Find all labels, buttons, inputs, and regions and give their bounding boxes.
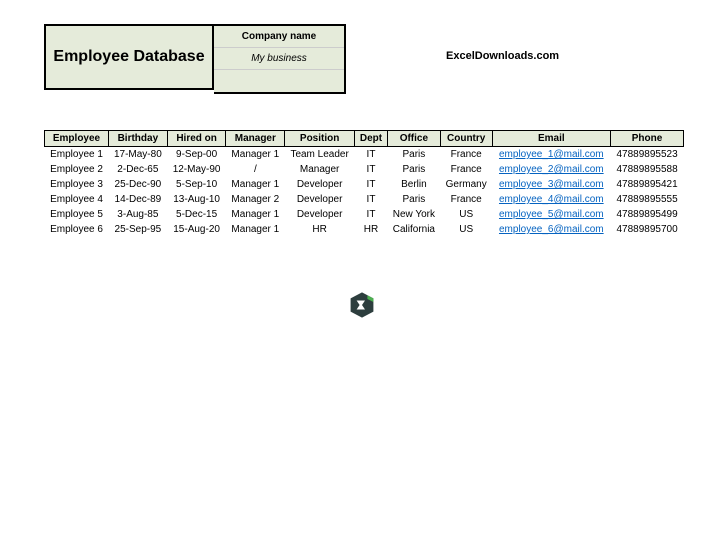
table-cell: employee_3@mail.com bbox=[492, 177, 611, 192]
table-cell: HR bbox=[285, 222, 355, 237]
company-name-label: Company name bbox=[214, 26, 344, 48]
table-cell: 9-Sep-00 bbox=[167, 147, 226, 163]
table-cell: California bbox=[387, 222, 440, 237]
table-cell: IT bbox=[355, 192, 388, 207]
table-cell: Manager 1 bbox=[226, 147, 285, 163]
table-cell: Manager 2 bbox=[226, 192, 285, 207]
table-cell: employee_5@mail.com bbox=[492, 207, 611, 222]
table-cell: 3-Aug-85 bbox=[109, 207, 168, 222]
table-row: Employee 414-Dec-8913-Aug-10Manager 2Dev… bbox=[45, 192, 684, 207]
table-cell: 47889895421 bbox=[611, 177, 684, 192]
table-cell: Team Leader bbox=[285, 147, 355, 163]
column-header: Employee bbox=[45, 131, 109, 147]
table-cell: 47889895499 bbox=[611, 207, 684, 222]
table-row: Employee 625-Sep-9515-Aug-20Manager 1HRH… bbox=[45, 222, 684, 237]
email-link[interactable]: employee_1@mail.com bbox=[499, 149, 604, 160]
table-cell: Manager 1 bbox=[226, 177, 285, 192]
table-cell: IT bbox=[355, 207, 388, 222]
table-cell: Employee 3 bbox=[45, 177, 109, 192]
company-name-value: My business bbox=[214, 48, 344, 70]
table-cell: 13-Aug-10 bbox=[167, 192, 226, 207]
table-cell: IT bbox=[355, 177, 388, 192]
title-box: Employee Database bbox=[44, 24, 214, 90]
table-cell: 47889895700 bbox=[611, 222, 684, 237]
table-cell: 17-May-80 bbox=[109, 147, 168, 163]
table-cell: HR bbox=[355, 222, 388, 237]
table-row: Employee 22-Dec-6512-May-90/ManagerITPar… bbox=[45, 162, 684, 177]
table-cell: 47889895588 bbox=[611, 162, 684, 177]
table-cell: 47889895523 bbox=[611, 147, 684, 163]
table-cell: employee_6@mail.com bbox=[492, 222, 611, 237]
email-link[interactable]: employee_3@mail.com bbox=[499, 179, 604, 190]
table-cell: Employee 6 bbox=[45, 222, 109, 237]
company-box: Company name My business bbox=[214, 24, 346, 94]
column-header: Position bbox=[285, 131, 355, 147]
table-cell: Developer bbox=[285, 192, 355, 207]
table-cell: 12-May-90 bbox=[167, 162, 226, 177]
table-cell: Employee 5 bbox=[45, 207, 109, 222]
column-header: Dept bbox=[355, 131, 388, 147]
table-cell: Manager 1 bbox=[226, 207, 285, 222]
table-cell: employee_2@mail.com bbox=[492, 162, 611, 177]
table-cell: US bbox=[440, 222, 492, 237]
column-header: Hired on bbox=[167, 131, 226, 147]
table-cell: 25-Dec-90 bbox=[109, 177, 168, 192]
column-header: Office bbox=[387, 131, 440, 147]
email-link[interactable]: employee_6@mail.com bbox=[499, 224, 604, 235]
table-cell: Employee 4 bbox=[45, 192, 109, 207]
table-cell: 2-Dec-65 bbox=[109, 162, 168, 177]
table-cell: Germany bbox=[440, 177, 492, 192]
table-cell: IT bbox=[355, 162, 388, 177]
email-link[interactable]: employee_5@mail.com bbox=[499, 209, 604, 220]
table-cell: 25-Sep-95 bbox=[109, 222, 168, 237]
table-cell: Paris bbox=[387, 192, 440, 207]
table-cell: Paris bbox=[387, 147, 440, 163]
logo-icon bbox=[347, 290, 377, 320]
table-cell: Employee 2 bbox=[45, 162, 109, 177]
column-header: Manager bbox=[226, 131, 285, 147]
table-cell: France bbox=[440, 192, 492, 207]
table-cell: Employee 1 bbox=[45, 147, 109, 163]
column-header: Phone bbox=[611, 131, 684, 147]
table-cell: 14-Dec-89 bbox=[109, 192, 168, 207]
table-cell: France bbox=[440, 162, 492, 177]
table-cell: / bbox=[226, 162, 285, 177]
table-row: Employee 117-May-809-Sep-00Manager 1Team… bbox=[45, 147, 684, 163]
table-cell: employee_1@mail.com bbox=[492, 147, 611, 163]
table-cell: Manager bbox=[285, 162, 355, 177]
column-header: Birthday bbox=[109, 131, 168, 147]
table-cell: 5-Dec-15 bbox=[167, 207, 226, 222]
table-cell: Berlin bbox=[387, 177, 440, 192]
table-cell: IT bbox=[355, 147, 388, 163]
table-cell: 5-Sep-10 bbox=[167, 177, 226, 192]
company-blank-row bbox=[214, 70, 344, 92]
site-label: ExcelDownloads.com bbox=[446, 50, 559, 62]
page-title: Employee Database bbox=[53, 47, 204, 68]
employee-table: EmployeeBirthdayHired onManagerPositionD… bbox=[44, 130, 684, 237]
column-header: Country bbox=[440, 131, 492, 147]
table-cell: Developer bbox=[285, 207, 355, 222]
table-cell: US bbox=[440, 207, 492, 222]
table-cell: 15-Aug-20 bbox=[167, 222, 226, 237]
email-link[interactable]: employee_4@mail.com bbox=[499, 194, 604, 205]
table-cell: employee_4@mail.com bbox=[492, 192, 611, 207]
table-cell: France bbox=[440, 147, 492, 163]
table-cell: Developer bbox=[285, 177, 355, 192]
table-cell: Manager 1 bbox=[226, 222, 285, 237]
table-cell: Paris bbox=[387, 162, 440, 177]
table-row: Employee 53-Aug-855-Dec-15Manager 1Devel… bbox=[45, 207, 684, 222]
table-row: Employee 325-Dec-905-Sep-10Manager 1Deve… bbox=[45, 177, 684, 192]
table-cell: New York bbox=[387, 207, 440, 222]
table-cell: 47889895555 bbox=[611, 192, 684, 207]
email-link[interactable]: employee_2@mail.com bbox=[499, 164, 604, 175]
column-header: Email bbox=[492, 131, 611, 147]
